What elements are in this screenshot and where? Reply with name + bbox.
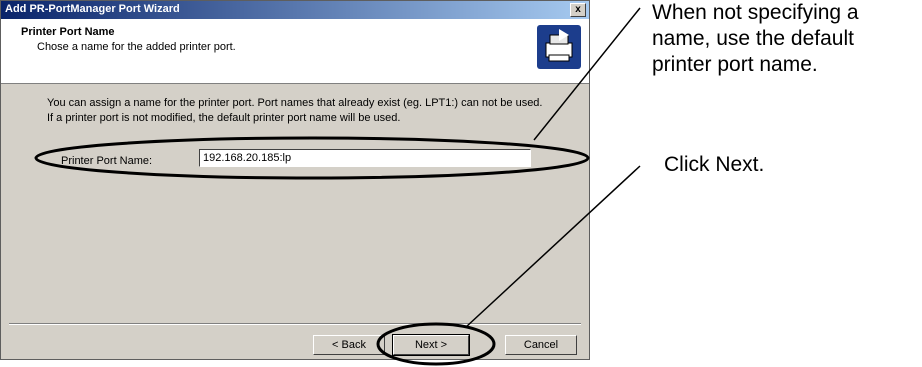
description: You can assign a name for the printer po… [47, 96, 542, 126]
description-line-2: If a printer port is not modified, the d… [47, 112, 401, 124]
printer-icon [537, 25, 581, 69]
wizard-header: Printer Port Name Chose a name for the a… [1, 19, 589, 84]
header-subtitle: Chose a name for the added printer port. [37, 41, 236, 53]
wizard-content: You can assign a name for the printer po… [1, 84, 589, 319]
back-button[interactable]: < Back [313, 335, 385, 355]
annotation-click-next: Click Next. [664, 153, 765, 176]
window-title: Add PR-PortManager Port Wizard [5, 3, 180, 15]
cancel-button[interactable]: Cancel [505, 335, 577, 355]
annotation-line-3: printer port name. [652, 53, 818, 76]
annotation-line-2: name, use the default [652, 27, 854, 50]
next-button[interactable]: Next > [392, 334, 470, 356]
wizard-window: Add PR-PortManager Port Wizard x Printer… [0, 0, 590, 360]
header-title: Printer Port Name [21, 26, 115, 38]
close-button[interactable]: x [570, 3, 586, 17]
port-name-label: Printer Port Name: [61, 155, 153, 167]
annotation-line-1: When not specifying a [652, 1, 859, 24]
annotation-default-name: When not specifying a name, use the defa… [652, 0, 859, 78]
divider [9, 323, 581, 325]
title-bar: Add PR-PortManager Port Wizard x [1, 1, 589, 19]
description-line-1: You can assign a name for the printer po… [47, 97, 543, 109]
port-name-input[interactable] [199, 149, 531, 167]
